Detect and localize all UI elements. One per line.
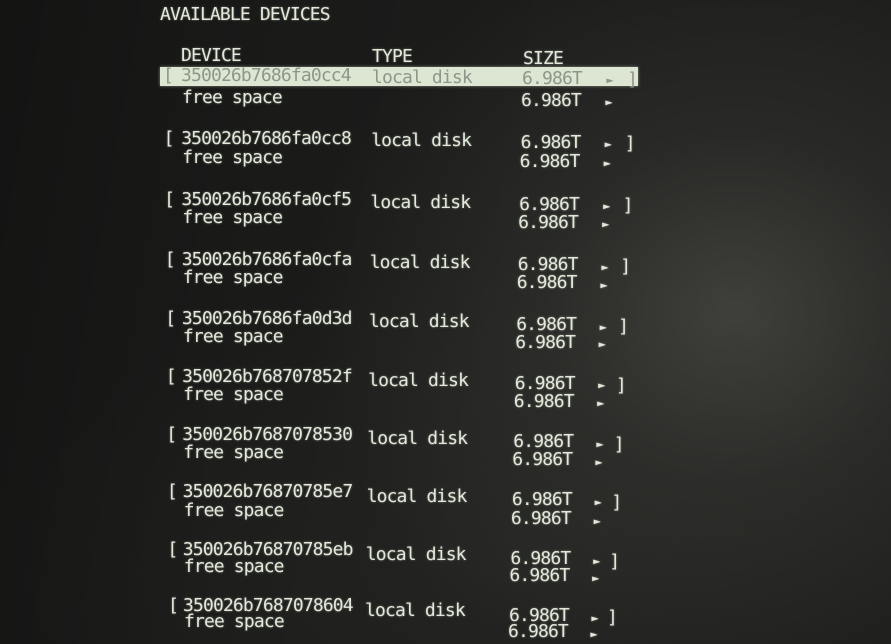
free-space-size: 6.986T xyxy=(521,90,582,112)
free-space-row[interactable]: free space 6.986T ► xyxy=(160,611,638,641)
free-space-label: free space xyxy=(182,147,283,168)
disk-row[interactable]: [350026b7686fa0cc4 local disk 6.986T ►] xyxy=(160,64,638,90)
free-space-row[interactable]: free space 6.986T ► xyxy=(160,207,638,232)
free-space-row[interactable]: free space 6.986T ► xyxy=(160,500,638,529)
actions-menu-arrow-icon[interactable]: ► xyxy=(601,215,611,233)
free-space-row[interactable]: free space 6.986T ► xyxy=(160,267,638,292)
free-space-label: free space xyxy=(182,87,283,108)
free-space-size: 6.986T xyxy=(516,272,578,294)
disk-name: 350026b76870785e7 xyxy=(182,481,354,502)
open-bracket: [ xyxy=(166,423,177,445)
disk-name: 350026b7686fa0cc8 xyxy=(181,128,352,149)
disk-size: 6.986T xyxy=(522,68,583,90)
device-list: [350026b7686fa0cc4 local disk 6.986T ►] free… xyxy=(0,0,891,644)
actions-menu-arrow-icon[interactable]: ► xyxy=(602,154,612,172)
free-space-size: 6.986T xyxy=(518,211,579,233)
free-space-size: 6.986T xyxy=(510,508,572,530)
free-space-size: 6.986T xyxy=(515,332,576,353)
free-space-row[interactable]: free space 6.986T ► xyxy=(160,556,638,585)
free-space-size: 6.986T xyxy=(509,564,570,586)
open-bracket: [ xyxy=(163,64,174,86)
open-bracket: [ xyxy=(166,480,178,502)
actions-menu-arrow-icon[interactable]: ► xyxy=(599,276,609,294)
free-space-row[interactable]: free space 6.986T ► xyxy=(160,326,638,352)
open-bracket: [ xyxy=(167,538,178,560)
free-space-label: free space xyxy=(183,442,284,464)
open-bracket: [ xyxy=(165,365,177,387)
free-space-label: free space xyxy=(183,384,284,405)
free-space-label: free space xyxy=(182,267,284,288)
disk-type: local disk xyxy=(371,130,472,152)
actions-menu-arrow-icon[interactable]: ► xyxy=(604,93,614,111)
close-bracket: ] xyxy=(627,69,638,90)
disk-row[interactable]: [350026b76870785e7 local disk 6.986T ►] xyxy=(160,480,638,511)
free-space-row[interactable]: free space 6.986T ► xyxy=(160,384,638,411)
free-space-size: 6.986T xyxy=(513,390,575,412)
disk-type: local disk xyxy=(372,66,473,88)
free-space-label: free space xyxy=(183,500,285,522)
installer-screen: AVAILABLE DEVICES DEVICE TYPE SIZE [3500… xyxy=(0,0,891,644)
free-space-label: free space xyxy=(182,207,283,228)
free-space-label: free space xyxy=(183,556,285,578)
open-bracket: [ xyxy=(168,594,179,616)
open-bracket: [ xyxy=(163,127,175,149)
free-space-row[interactable]: free space 6.986T ► xyxy=(160,147,638,171)
actions-menu-arrow-icon[interactable]: ► xyxy=(596,394,606,412)
actions-menu-arrow-icon[interactable]: ► xyxy=(597,335,607,353)
actions-menu-arrow-icon[interactable]: ► xyxy=(594,453,604,471)
actions-menu-arrow-icon[interactable]: ► xyxy=(592,512,602,530)
free-space-size: 6.986T xyxy=(519,150,581,172)
open-bracket: [ xyxy=(164,248,176,270)
actions-menu-arrow-icon[interactable]: ► xyxy=(589,625,599,643)
free-space-label: free space xyxy=(184,611,285,633)
actions-menu-arrow-icon[interactable]: ► xyxy=(605,71,615,89)
open-bracket: [ xyxy=(164,188,175,210)
free-space-row[interactable]: free space 6.986T ► xyxy=(160,87,638,112)
disk-row[interactable]: [350026b7686fa0cc8 local disk 6.986T ►] xyxy=(160,127,638,152)
free-space-row[interactable]: free space 6.986T ► xyxy=(160,442,638,470)
actions-menu-arrow-icon[interactable]: ► xyxy=(591,569,601,587)
free-space-size: 6.986T xyxy=(512,449,573,471)
free-space-label: free space xyxy=(182,326,284,347)
free-space-size: 6.986T xyxy=(508,620,569,642)
open-bracket: [ xyxy=(165,307,176,329)
disk-name: 350026b7686fa0cc4 xyxy=(181,65,352,86)
